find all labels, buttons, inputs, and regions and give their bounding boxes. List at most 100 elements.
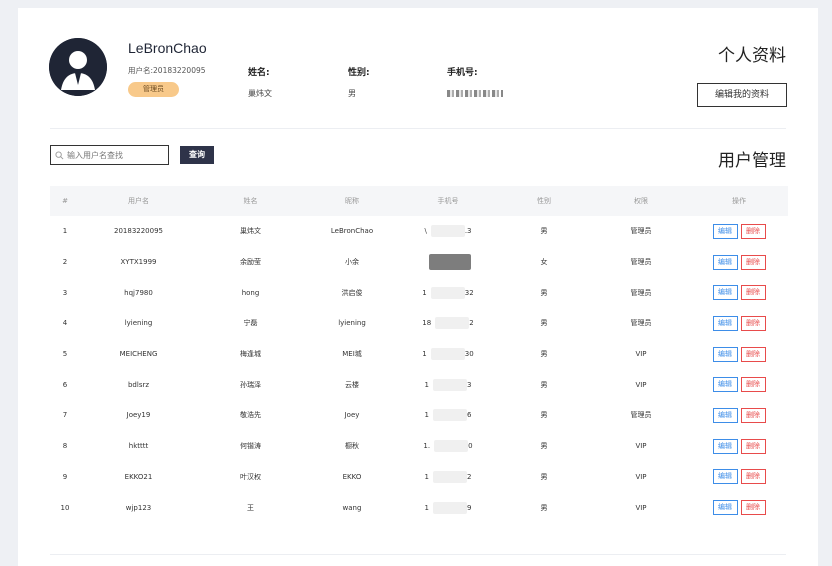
search-field[interactable]: [50, 145, 169, 165]
delete-button[interactable]: 删除: [740, 407, 766, 423]
phone-redaction: [433, 409, 467, 422]
gender-value: 男: [348, 89, 356, 98]
cell-role: 管理员: [630, 258, 652, 267]
cell-nickname: 云楼: [345, 380, 359, 389]
delete-button[interactable]: 删除: [740, 500, 766, 516]
cell-gender: 男: [540, 319, 548, 328]
header-phone: 手机号: [437, 197, 459, 205]
cell-phone: [400, 254, 496, 271]
phone-start: 1: [422, 350, 427, 359]
cell-actions: 编辑 删除: [690, 377, 788, 393]
phone-end: 9: [467, 503, 472, 512]
delete-button[interactable]: 删除: [740, 315, 766, 331]
header-username: 用户名: [128, 197, 149, 205]
cell-nickname: MEI城: [342, 350, 362, 359]
header-name: 姓名: [243, 197, 258, 205]
phone-label: 手机号:: [447, 68, 478, 78]
cell-role: 管理员: [630, 319, 652, 328]
cell-gender: 男: [540, 350, 548, 359]
edit-button[interactable]: 编辑: [712, 315, 738, 331]
phone-redaction: [433, 501, 467, 514]
table-header: # 用户名 姓名 昵称 手机号 性别 权限 操作: [50, 186, 788, 216]
header-nickname: 昵称: [345, 197, 359, 205]
cell-name: 叶汉权: [240, 472, 261, 481]
phone-end: 2: [469, 319, 474, 328]
cell-name: 敬浩先: [240, 411, 261, 420]
delete-button[interactable]: 删除: [740, 254, 766, 270]
edit-button[interactable]: 编辑: [712, 223, 738, 239]
cell-phone: 1 30: [400, 348, 496, 361]
phone-start: 1: [424, 411, 429, 420]
gender-label: 性别:: [348, 68, 370, 78]
cell-role: VIP: [635, 472, 647, 481]
edit-profile-button[interactable]: 编辑我的资料: [697, 83, 787, 107]
phone-redaction: [433, 378, 467, 391]
edit-button[interactable]: 编辑: [712, 285, 738, 301]
table-body: 1 20183220095 巢炜文 LeBronChao \ .3 男管理员 编辑 删除 2 XYT…: [50, 216, 788, 523]
cell-role: 管理员: [630, 411, 652, 420]
search-input[interactable]: [67, 150, 167, 160]
cell-phone: 19: [400, 501, 496, 514]
name-value: 巢炜文: [248, 89, 272, 98]
cell-username: bdlsrz: [127, 380, 150, 389]
cell-actions: 编辑 删除: [690, 223, 788, 239]
edit-button[interactable]: 编辑: [712, 500, 738, 516]
cell-actions: 编辑 删除: [690, 500, 788, 516]
cell-gender: 男: [540, 411, 548, 420]
cell-actions: 编辑 删除: [690, 315, 788, 331]
cell-username: XYTX1999: [120, 258, 157, 267]
cell-role: 管理员: [630, 227, 652, 236]
header-role: 权限: [634, 197, 648, 205]
table-row: 5 MEICHENG 梅逢城 MEI城 1 30 男 VIP 编辑 删除: [50, 339, 788, 370]
delete-button[interactable]: 删除: [740, 223, 766, 239]
cell-nickname: EKKO: [342, 472, 362, 481]
cell-phone: \ .3: [400, 225, 496, 238]
edit-button[interactable]: 编辑: [712, 254, 738, 270]
cell-actions: 编辑 删除: [690, 346, 788, 362]
edit-button[interactable]: 编辑: [712, 438, 738, 454]
table-row: 7 Joey19 敬浩先 Joey 1 6 男管理员 编辑 删除: [50, 400, 788, 431]
cell-phone: 1 32: [400, 286, 496, 299]
cell-phone: 18 2: [400, 317, 496, 330]
phone-redaction: [433, 470, 467, 483]
cell-role: VIP: [635, 350, 647, 359]
delete-button[interactable]: 删除: [740, 438, 766, 454]
phone-end: 6: [467, 411, 472, 420]
delete-button[interactable]: 删除: [740, 469, 766, 485]
phone-redaction: [435, 317, 470, 330]
edit-button[interactable]: 编辑: [712, 377, 738, 393]
cell-gender: 男: [540, 503, 548, 512]
table-row: 6 bdlsrz 孙瑞泽 云楼 1 3 男 VIP 编辑 删除: [50, 369, 788, 400]
cell-role: VIP: [635, 503, 647, 512]
cell-username: hqj7980: [124, 288, 153, 297]
cell-username: lyiening: [124, 319, 153, 328]
phone-end: .3: [464, 227, 472, 236]
phone-end: 2: [467, 472, 472, 481]
user-avatar-icon: [49, 38, 107, 96]
delete-button[interactable]: 删除: [740, 377, 766, 393]
phone-start: 1: [422, 288, 427, 297]
cell-index: 3: [62, 288, 68, 297]
cell-index: 8: [62, 442, 68, 451]
edit-button[interactable]: 编辑: [712, 346, 738, 362]
cell-index: 6: [62, 380, 68, 389]
cell-index: 9: [62, 472, 68, 481]
phone-redaction: [430, 348, 465, 361]
edit-button[interactable]: 编辑: [712, 469, 738, 485]
phone-redaction: [430, 225, 465, 238]
profile-name-field: 姓名: 巢炜文: [248, 65, 272, 99]
cell-gender: 男: [540, 380, 548, 389]
delete-button[interactable]: 删除: [740, 346, 766, 362]
cell-gender: 男: [540, 288, 548, 297]
cell-nickname: 洪启俊: [341, 288, 363, 297]
cell-name: 宁磊: [243, 319, 258, 328]
delete-button[interactable]: 删除: [740, 285, 766, 301]
role-badge: 管理员: [128, 82, 179, 97]
cell-actions: 编辑 删除: [690, 469, 788, 485]
users-table: # 用户名 姓名 昵称 手机号 性别 权限 操作 1 20183220095 巢炜文…: [50, 186, 788, 523]
cell-nickname: wang: [342, 503, 362, 512]
cell-actions: 编辑 删除: [690, 285, 788, 301]
edit-button[interactable]: 编辑: [712, 407, 738, 423]
phone-end: 0: [468, 442, 473, 451]
search-button[interactable]: 查询: [180, 146, 214, 164]
